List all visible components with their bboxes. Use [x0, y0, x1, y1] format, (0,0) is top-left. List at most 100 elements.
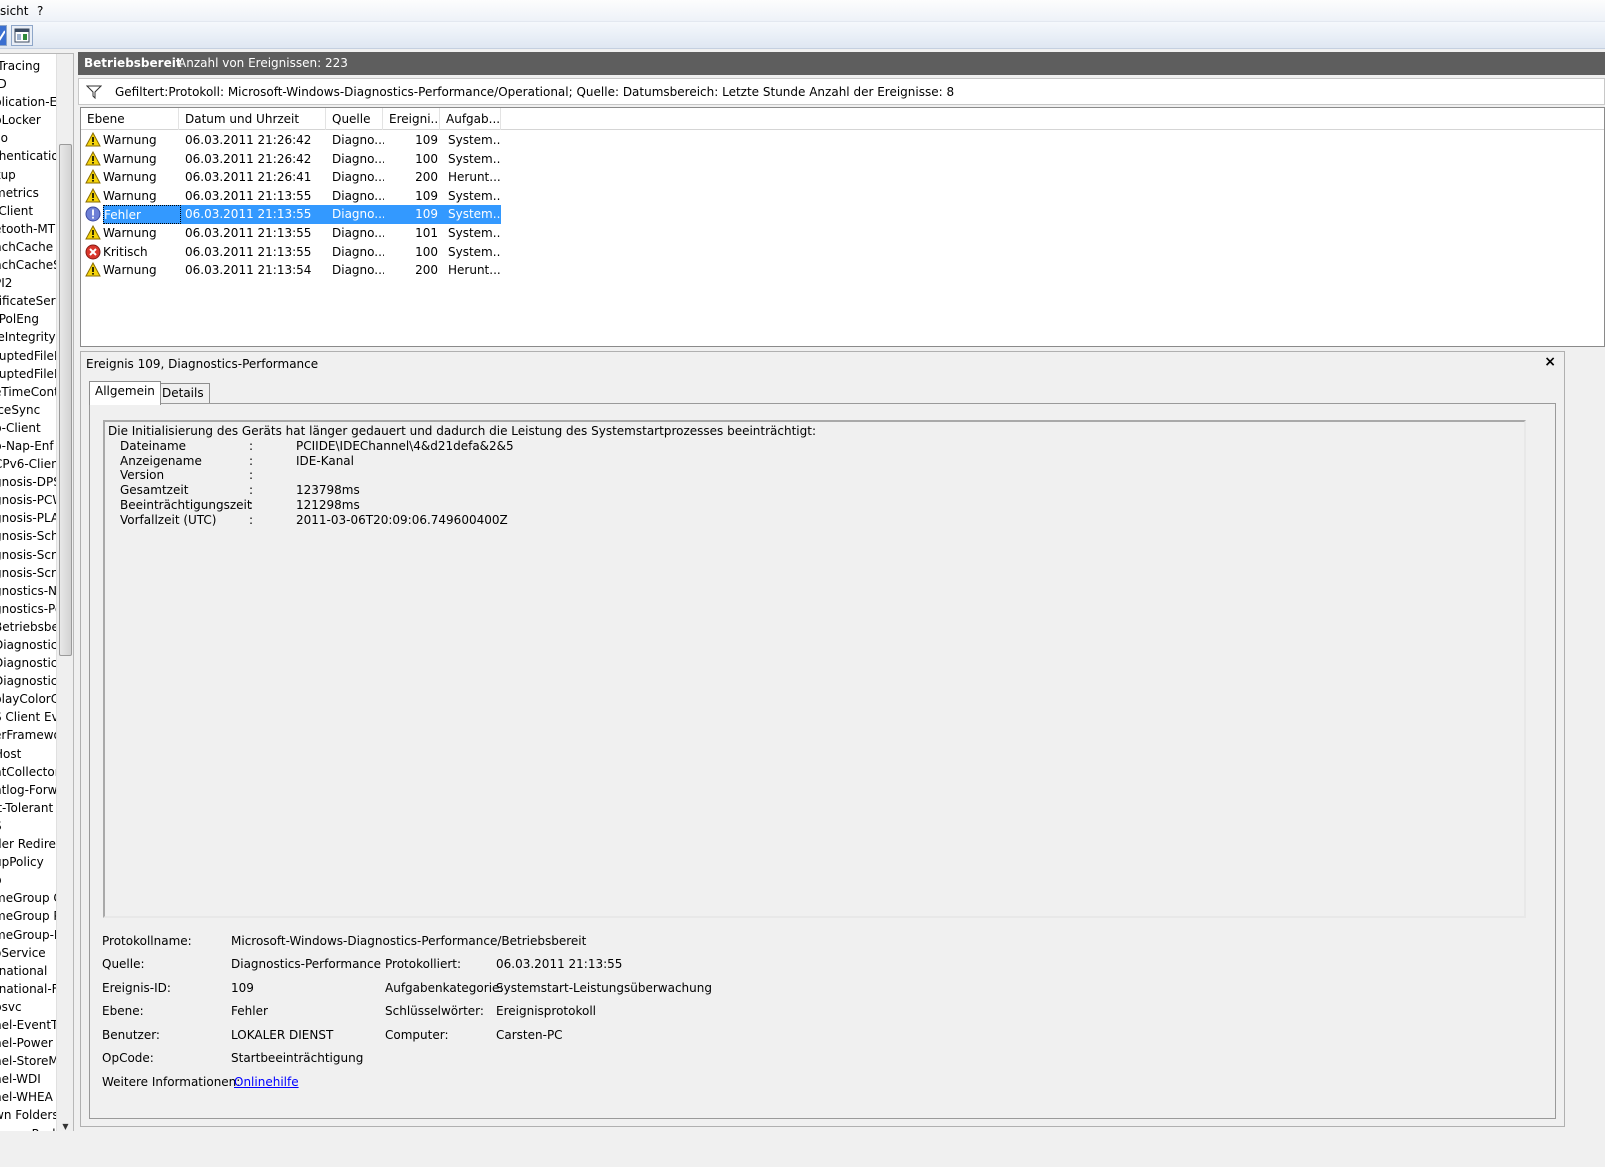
table-row[interactable]: Kritisch 06.03.2011 21:13:55 Diagno... 100 S… [81, 243, 501, 262]
table-row[interactable]: Warnung 06.03.2011 21:13:54 Diagno... 200 He… [81, 261, 501, 280]
table-row[interactable]: Fehler 06.03.2011 21:13:55 Diagno... 109 Sys… [81, 205, 501, 224]
tree-item[interactable]: lio [0, 129, 56, 147]
field-separator: : [249, 468, 254, 483]
tree-scroll-thumb[interactable] [59, 144, 72, 656]
menu-help[interactable]: ? [37, 4, 43, 18]
tree-item[interactable]: p-Client [0, 419, 56, 437]
column-header-level[interactable]: Ebene [81, 108, 179, 130]
tree-item[interactable]: nchCacheS [0, 256, 56, 274]
tree-item[interactable]: meGroup C [0, 889, 56, 907]
tree-item[interactable]: plication-Ex [0, 93, 56, 111]
tree-item[interactable]: ruptedFileF [0, 365, 56, 383]
table-row[interactable]: Warnung 06.03.2011 21:26:41 Diagno... 200 He… [81, 168, 501, 187]
tree-item[interactable]: ntCollector [0, 763, 56, 781]
tree-item[interactable]: gnostics-N [0, 582, 56, 600]
tree-item[interactable]: iceSync [0, 401, 56, 419]
tree-item[interactable]: Betriebsber [0, 618, 56, 636]
tree-item[interactable]: -Tracing [0, 57, 56, 75]
tab-details[interactable]: Details [156, 383, 210, 404]
tree-item[interactable]: PI2 [0, 274, 56, 292]
tree-item[interactable]: pLocker [0, 111, 56, 129]
tree-item[interactable]: S [0, 817, 56, 835]
level-label: Ebene: [102, 1004, 144, 1018]
tree-item[interactable]: gnosis-PLA [0, 509, 56, 527]
tree-item[interactable]: metrics [0, 184, 56, 202]
tree-item[interactable]: gnosis-DPS [0, 473, 56, 491]
tree-item[interactable]: psvc [0, 998, 56, 1016]
tree-item[interactable]: nel-Power [0, 1034, 56, 1052]
tree-item[interactable]: gnosis-Scri [0, 546, 56, 564]
tree-item[interactable]: tificateServ [0, 292, 56, 310]
tree-item[interactable]: CPv6-Clien [0, 455, 56, 473]
close-icon[interactable]: × [1544, 354, 1556, 370]
source-cell: Diagno... [332, 133, 384, 147]
tree-item[interactable]: nel-WDI [0, 1070, 56, 1088]
column-header-event-id[interactable]: Ereigni... [383, 108, 440, 130]
tree-item[interactable]: wn Folders [0, 1106, 56, 1124]
tree-item[interactable]: leIntegrity [0, 328, 56, 346]
event-list-header: Ebene Datum und Uhrzeit Quelle Ereigni..… [81, 108, 1604, 130]
tree-item[interactable]: der Redirect [0, 835, 56, 853]
tree-item[interactable]: ntlog-Forw [0, 781, 56, 799]
tree-item[interactable]: gnosis-PCW [0, 491, 56, 509]
tree-item[interactable]: kup [0, 166, 56, 184]
tree-item[interactable]: erFramewo [0, 726, 56, 744]
tree-item[interactable]: nel-WHEA [0, 1088, 56, 1106]
tree-item[interactable]: Diagnostic [0, 672, 56, 690]
tree-item[interactable]: nel-EventTr [0, 1016, 56, 1034]
tree-item[interactable]: etooth-MT [0, 220, 56, 238]
tree-item[interactable]: Diagnostic [0, 654, 56, 672]
table-row[interactable]: Warnung 06.03.2011 21:13:55 Diagno... 109 Sy… [81, 187, 501, 206]
toolbar-show-pane-button[interactable] [11, 25, 33, 46]
task-cell: System... [448, 225, 501, 240]
task-cell: System... [448, 244, 501, 259]
task-category-label: Aufgabenkategorie: [385, 981, 504, 995]
opcode-label: OpCode: [102, 1051, 154, 1065]
source-cell: Diagno... [332, 263, 384, 278]
field-separator: : [249, 439, 254, 453]
tree-item[interactable]: p-Nap-Enf [0, 437, 56, 455]
tree-item[interactable]: upPolicy [0, 853, 56, 871]
tree-item[interactable]: Diagnostic [0, 636, 56, 654]
tree-item[interactable]: playColorC [0, 690, 56, 708]
tree-item[interactable]: gnosis-Sch [0, 527, 56, 545]
online-help-link[interactable]: Onlinehilfe [234, 1075, 299, 1089]
column-header-date[interactable]: Datum und Uhrzeit [179, 108, 326, 130]
tree-item[interactable]: meGroup-L [0, 926, 56, 944]
field-value: PCIIDE\IDEChannel\4&d21defa&2&5 [296, 439, 514, 453]
tree-item[interactable]: ruptedFileF [0, 347, 56, 365]
table-row[interactable]: Warnung 06.03.2011 21:13:55 Diagno... 101 Sy… [81, 224, 501, 243]
tree-item[interactable]: Host [0, 745, 56, 763]
tree-item[interactable]: -Client [0, 202, 56, 220]
table-row[interactable]: Warnung 06.03.2011 21:26:42 Diagno... 109 Sy… [81, 131, 501, 150]
field-key: Beeinträchtigungszeit [120, 497, 252, 512]
checkmark-icon [0, 30, 5, 41]
tree-item[interactable]: thentication [0, 147, 56, 165]
field-key: Anzeigename [120, 453, 202, 468]
tree-item[interactable]: ID [0, 75, 56, 93]
column-header-source[interactable]: Quelle [326, 108, 383, 130]
tab-general[interactable]: Allgemein [89, 381, 161, 405]
column-header-task[interactable]: Aufgab... [440, 108, 501, 130]
tree-item[interactable]: meGroup P [0, 907, 56, 925]
event-description-box[interactable]: Die Initialisierung des Geräts hat länge… [103, 420, 1526, 918]
tree-item[interactable]: tPolEng [0, 310, 56, 328]
tree-item[interactable]: lt-Tolerant [0, 799, 56, 817]
tree-item[interactable]: gnostics-Pe [0, 600, 56, 618]
log-name-label: Protokollname: [102, 934, 192, 948]
tree-vertical-scrollbar[interactable]: ▼ [56, 54, 73, 1136]
tree-item[interactable]: rnational-F [0, 980, 56, 998]
toolbar-action-button[interactable] [0, 25, 7, 46]
tree-item[interactable]: gnosis-Scri [0, 564, 56, 582]
event-id-cell: 109 [384, 205, 440, 224]
tree-item[interactable]: eTimeCont [0, 383, 56, 401]
tree-item[interactable]: nel-StoreM [0, 1052, 56, 1070]
menu-view[interactable]: sicht [0, 4, 29, 18]
field-separator: : [249, 453, 254, 468]
tree-item[interactable]: p [0, 871, 56, 889]
tree-item[interactable]: rnational [0, 962, 56, 980]
tree-item[interactable]: nchCache [0, 238, 56, 256]
table-row[interactable]: Warnung 06.03.2011 21:26:42 Diagno... 100 Sy… [81, 150, 501, 169]
tree-item[interactable]: oService [0, 944, 56, 962]
tree-item[interactable]: S Client Eve [0, 708, 56, 726]
